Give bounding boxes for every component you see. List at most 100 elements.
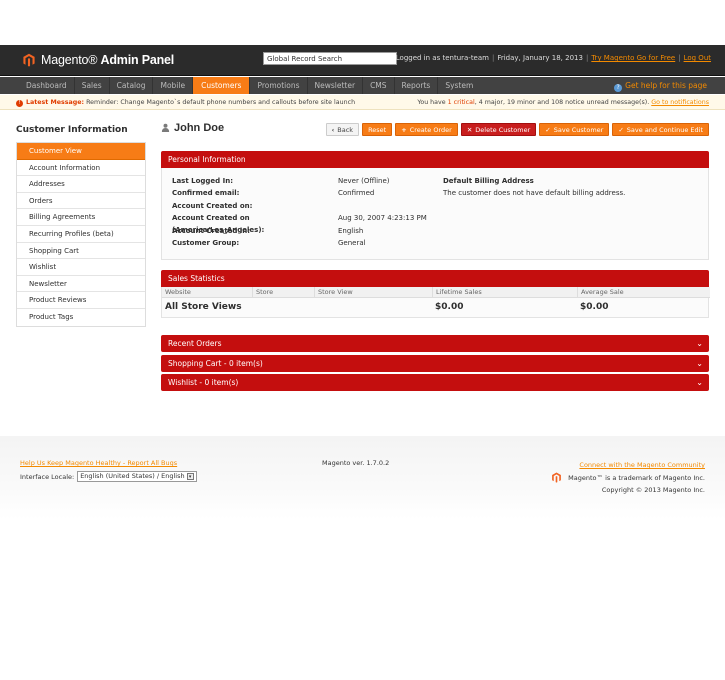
check-icon: ✓ bbox=[545, 126, 551, 134]
logout-link[interactable]: Log Out bbox=[684, 54, 711, 62]
info-row: Last Logged In: Never (Offline) bbox=[172, 177, 390, 185]
sidebar-item-product-reviews[interactable]: Product Reviews bbox=[17, 292, 145, 309]
billing-heading: Default Billing Address bbox=[443, 177, 534, 185]
main-nav: Dashboard Sales Catalog Mobile Customers… bbox=[0, 77, 725, 94]
notification-bar: ! Latest Message: Reminder: Change Magent… bbox=[0, 95, 725, 110]
nav-mobile[interactable]: Mobile bbox=[153, 77, 194, 94]
info-row: Account Created in: English bbox=[172, 226, 364, 235]
personal-info-table: Last Logged In: Never (Offline) Confirmed… bbox=[172, 175, 427, 249]
back-arrow-icon: ‹ bbox=[331, 126, 335, 134]
sidebar-title: Customer Information bbox=[16, 125, 128, 135]
sales-stats-box: Website Store Store View Lifetime Sales … bbox=[161, 287, 710, 318]
chevron-down-icon: ⌄ bbox=[696, 359, 703, 368]
sidebar-tabs: Customer View Account Information Addres… bbox=[16, 142, 146, 327]
sidebar-item-product-tags[interactable]: Product Tags bbox=[17, 309, 145, 326]
average-sale-value: $0.00 bbox=[580, 302, 609, 312]
lifetime-sales-value: $0.00 bbox=[435, 302, 464, 312]
action-buttons: ‹ Back Reset + Create Order ✕ Delete Custom… bbox=[325, 123, 709, 136]
help-icon: ? bbox=[614, 84, 623, 92]
magento-version: Magento ver. 1.7.0.2 bbox=[322, 459, 390, 467]
personal-info-box: Last Logged In: Never (Offline) Confirmed… bbox=[161, 168, 709, 260]
nav-sales[interactable]: Sales bbox=[75, 77, 110, 94]
nav-newsletter[interactable]: Newsletter bbox=[308, 77, 364, 94]
sidebar-item-addresses[interactable]: Addresses bbox=[17, 176, 145, 193]
sales-table-header: Website Store Store View Lifetime Sales … bbox=[162, 287, 710, 298]
wishlist-section[interactable]: Wishlist - 0 item(s) ⌄ bbox=[161, 374, 709, 391]
customer-name: John Doe bbox=[174, 122, 225, 134]
recent-orders-section[interactable]: Recent Orders ⌄ bbox=[161, 335, 709, 352]
col-store: Store bbox=[252, 287, 273, 298]
table-row: All Store Views $0.00 $0.00 bbox=[162, 298, 710, 316]
latest-message-label: Latest Message: bbox=[26, 99, 85, 106]
footer-right: Connect with the Magento Community Magen… bbox=[551, 459, 705, 497]
create-order-button[interactable]: + Create Order bbox=[395, 123, 458, 136]
notifications-link[interactable]: Go to notifications bbox=[651, 99, 709, 106]
col-website: Website bbox=[165, 288, 191, 296]
sidebar-item-recurring-profiles[interactable]: Recurring Profiles (beta) bbox=[17, 226, 145, 243]
info-row: Account Created on: bbox=[172, 201, 253, 210]
info-row: Account Created on (America/Los_Angeles)… bbox=[172, 214, 427, 235]
sidebar-item-account-information[interactable]: Account Information bbox=[17, 160, 145, 177]
nav-cms[interactable]: CMS bbox=[363, 77, 395, 94]
date-text: Friday, January 18, 2013 bbox=[497, 54, 583, 62]
page-title: John Doe bbox=[161, 122, 224, 134]
shopping-cart-section[interactable]: Shopping Cart - 0 item(s) ⌄ bbox=[161, 355, 709, 372]
sales-stats-heading: Sales Statistics bbox=[161, 270, 709, 287]
magento-logo[interactable]: Magento® Admin Panel bbox=[22, 53, 174, 67]
delete-x-icon: ✕ bbox=[466, 126, 473, 134]
dropdown-arrow-icon: ▾ bbox=[186, 473, 194, 480]
community-link[interactable]: Connect with the Magento Community bbox=[579, 461, 705, 469]
nav-customers[interactable]: Customers bbox=[193, 77, 251, 94]
global-search-input[interactable]: Global Record Search bbox=[263, 52, 397, 65]
nav-catalog[interactable]: Catalog bbox=[110, 77, 154, 94]
try-magento-go-link[interactable]: Try Magento Go for Free bbox=[591, 54, 675, 62]
col-average-sale: Average Sale bbox=[577, 287, 624, 298]
nav-promotions[interactable]: Promotions bbox=[250, 77, 308, 94]
report-bugs-link[interactable]: Help Us Keep Magento Healthy - Report Al… bbox=[20, 459, 197, 467]
latest-message-text: Reminder: Change Magento`s default phone… bbox=[86, 99, 356, 106]
info-row: Confirmed email: Confirmed bbox=[172, 189, 375, 198]
sidebar-item-customer-view[interactable]: Customer View bbox=[17, 143, 145, 160]
billing-text: The customer does not have default billi… bbox=[443, 189, 626, 197]
message-counts: , 4 major, 19 minor and 108 notice unrea… bbox=[474, 99, 650, 106]
logo-text: Magento® Admin Panel bbox=[41, 53, 175, 67]
plus-icon: + bbox=[401, 126, 407, 134]
header-user-bar: Logged in as tentura-team | Friday, Januar… bbox=[395, 54, 711, 62]
sidebar-item-shopping-cart[interactable]: Shopping Cart bbox=[17, 243, 145, 260]
magento-logo-icon bbox=[23, 53, 35, 67]
sidebar-item-orders[interactable]: Orders bbox=[17, 193, 145, 210]
nav-system[interactable]: System bbox=[438, 77, 480, 94]
check-icon: ✓ bbox=[618, 126, 624, 134]
sidebar-item-billing-agreements[interactable]: Billing Agreements bbox=[17, 209, 145, 226]
col-store-view: Store View bbox=[314, 287, 353, 298]
nav-dashboard[interactable]: Dashboard bbox=[0, 77, 75, 94]
chevron-down-icon: ⌄ bbox=[696, 339, 703, 348]
chevron-down-icon: ⌄ bbox=[696, 378, 703, 387]
customer-icon bbox=[161, 123, 170, 133]
row-label: All Store Views bbox=[165, 302, 242, 312]
sidebar-item-newsletter[interactable]: Newsletter bbox=[17, 276, 145, 293]
locale-select[interactable]: English (United States) / English ▾ bbox=[77, 471, 197, 482]
magento-small-logo-icon bbox=[552, 472, 562, 483]
you-have-text: You have bbox=[417, 99, 446, 106]
save-customer-button[interactable]: ✓ Save Customer bbox=[539, 123, 610, 136]
personal-info-heading: Personal Information bbox=[161, 151, 709, 168]
reset-button[interactable]: Reset bbox=[362, 123, 393, 136]
info-row: Customer Group: General bbox=[172, 238, 366, 247]
copyright-text: Copyright © 2013 Magento Inc. bbox=[601, 486, 705, 494]
warning-icon: ! bbox=[16, 100, 23, 107]
trademark-text: Magento™ is a trademark of Magento Inc. bbox=[568, 473, 705, 482]
default-billing-address: Default Billing Address The customer doe… bbox=[443, 175, 625, 199]
locale-label: Interface Locale: bbox=[20, 472, 75, 481]
save-continue-button[interactable]: ✓ Save and Continue Edit bbox=[612, 123, 709, 136]
back-button[interactable]: ‹ Back bbox=[325, 123, 360, 136]
help-link[interactable]: ? Get help for this page bbox=[614, 77, 707, 94]
col-lifetime-sales: Lifetime Sales bbox=[432, 287, 482, 298]
sidebar-item-wishlist[interactable]: Wishlist bbox=[17, 259, 145, 276]
nav-reports[interactable]: Reports bbox=[395, 77, 439, 94]
locale-row: Interface Locale: English (United States… bbox=[20, 471, 197, 482]
footer-left: Help Us Keep Magento Healthy - Report Al… bbox=[20, 459, 197, 482]
critical-count: 1 critical bbox=[447, 99, 475, 106]
logged-in-text: Logged in as tentura-team bbox=[395, 54, 489, 62]
delete-customer-button[interactable]: ✕ Delete Customer bbox=[460, 123, 537, 136]
